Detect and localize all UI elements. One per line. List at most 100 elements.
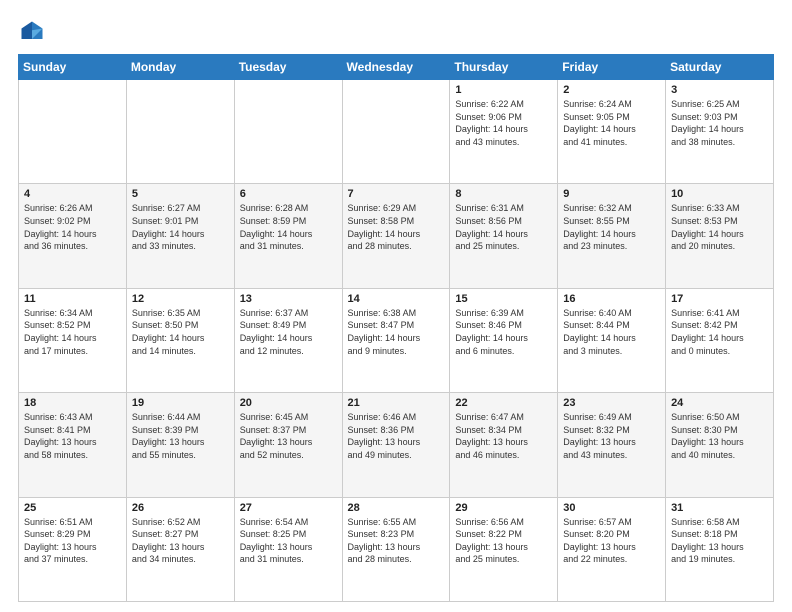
day-info: Sunrise: 6:26 AM Sunset: 9:02 PM Dayligh…: [24, 202, 121, 252]
day-info: Sunrise: 6:52 AM Sunset: 8:27 PM Dayligh…: [132, 516, 229, 566]
day-info: Sunrise: 6:37 AM Sunset: 8:49 PM Dayligh…: [240, 307, 337, 357]
calendar-cell: 21Sunrise: 6:46 AM Sunset: 8:36 PM Dayli…: [342, 393, 450, 497]
calendar-cell: 25 Sunrise: 6:51 AM Sunset: 8:29 PM Dayli…: [19, 497, 127, 601]
day-number: 15: [455, 293, 552, 305]
calendar-cell: 23 Sunrise: 6:49 AM Sunset: 8:32 PM Dayli…: [558, 393, 666, 497]
calendar-day-header: Saturday: [666, 55, 774, 80]
day-info: Sunrise: 6:46 AM Sunset: 8:36 PM Dayligh…: [348, 411, 445, 461]
day-info: Sunrise: 6:28 AM Sunset: 8:59 PM Dayligh…: [240, 202, 337, 252]
calendar-header-row: SundayMondayTuesdayWednesdayThursdayFrid…: [19, 55, 774, 80]
calendar-week-row: 18Sunrise: 6:43 AM Sunset: 8:41 PM Dayli…: [19, 393, 774, 497]
day-number: 8: [455, 188, 552, 200]
day-number: 6: [240, 188, 337, 200]
day-info: Sunrise: 6:38 AM Sunset: 8:47 PM Dayligh…: [348, 307, 445, 357]
calendar-cell: 28 Sunrise: 6:55 AM Sunset: 8:23 PM Dayli…: [342, 497, 450, 601]
day-number: 19: [132, 397, 229, 409]
day-number: 4: [24, 188, 121, 200]
calendar-cell: 22Sunrise: 6:47 AM Sunset: 8:34 PM Dayli…: [450, 393, 558, 497]
calendar-cell: 9 Sunrise: 6:32 AM Sunset: 8:55 PM Daylig…: [558, 184, 666, 288]
calendar-day-header: Tuesday: [234, 55, 342, 80]
calendar-cell: 19 Sunrise: 6:44 AM Sunset: 8:39 PM Dayli…: [126, 393, 234, 497]
day-number: 1: [455, 84, 552, 96]
day-number: 13: [240, 293, 337, 305]
calendar-cell: [342, 80, 450, 184]
calendar-week-row: 1 Sunrise: 6:22 AM Sunset: 9:06 PM Daylig…: [19, 80, 774, 184]
calendar-day-header: Wednesday: [342, 55, 450, 80]
day-number: 23: [563, 397, 660, 409]
day-number: 25: [24, 502, 121, 514]
day-info: Sunrise: 6:45 AM Sunset: 8:37 PM Dayligh…: [240, 411, 337, 461]
day-number: 30: [563, 502, 660, 514]
header: [18, 18, 774, 46]
calendar-cell: 30 Sunrise: 6:57 AM Sunset: 8:20 PM Dayli…: [558, 497, 666, 601]
calendar-cell: 15 Sunrise: 6:39 AM Sunset: 8:46 PM Dayli…: [450, 288, 558, 392]
day-number: 20: [240, 397, 337, 409]
day-number: 5: [132, 188, 229, 200]
calendar-cell: 26 Sunrise: 6:52 AM Sunset: 8:27 PM Dayli…: [126, 497, 234, 601]
day-info: Sunrise: 6:44 AM Sunset: 8:39 PM Dayligh…: [132, 411, 229, 461]
day-number: 17: [671, 293, 768, 305]
calendar-cell: 17Sunrise: 6:41 AM Sunset: 8:42 PM Dayli…: [666, 288, 774, 392]
day-number: 9: [563, 188, 660, 200]
calendar-cell: 11 Sunrise: 6:34 AM Sunset: 8:52 PM Dayli…: [19, 288, 127, 392]
calendar-cell: 31 Sunrise: 6:58 AM Sunset: 8:18 PM Dayli…: [666, 497, 774, 601]
calendar-cell: 18Sunrise: 6:43 AM Sunset: 8:41 PM Dayli…: [19, 393, 127, 497]
day-number: 24: [671, 397, 768, 409]
calendar-cell: [234, 80, 342, 184]
day-info: Sunrise: 6:25 AM Sunset: 9:03 PM Dayligh…: [671, 98, 768, 148]
calendar-cell: 13 Sunrise: 6:37 AM Sunset: 8:49 PM Dayli…: [234, 288, 342, 392]
day-info: Sunrise: 6:34 AM Sunset: 8:52 PM Dayligh…: [24, 307, 121, 357]
calendar-cell: 7 Sunrise: 6:29 AM Sunset: 8:58 PM Daylig…: [342, 184, 450, 288]
calendar-cell: [19, 80, 127, 184]
calendar-cell: 5 Sunrise: 6:27 AM Sunset: 9:01 PM Daylig…: [126, 184, 234, 288]
day-number: 27: [240, 502, 337, 514]
day-info: Sunrise: 6:31 AM Sunset: 8:56 PM Dayligh…: [455, 202, 552, 252]
calendar-cell: 20 Sunrise: 6:45 AM Sunset: 8:37 PM Dayli…: [234, 393, 342, 497]
day-number: 28: [348, 502, 445, 514]
calendar-day-header: Friday: [558, 55, 666, 80]
day-info: Sunrise: 6:55 AM Sunset: 8:23 PM Dayligh…: [348, 516, 445, 566]
calendar-cell: 14 Sunrise: 6:38 AM Sunset: 8:47 PM Dayli…: [342, 288, 450, 392]
calendar-cell: 2 Sunrise: 6:24 AM Sunset: 9:05 PM Daylig…: [558, 80, 666, 184]
day-info: Sunrise: 6:27 AM Sunset: 9:01 PM Dayligh…: [132, 202, 229, 252]
day-number: 11: [24, 293, 121, 305]
day-info: Sunrise: 6:49 AM Sunset: 8:32 PM Dayligh…: [563, 411, 660, 461]
logo: [18, 18, 50, 46]
calendar-cell: 1 Sunrise: 6:22 AM Sunset: 9:06 PM Daylig…: [450, 80, 558, 184]
day-info: Sunrise: 6:40 AM Sunset: 8:44 PM Dayligh…: [563, 307, 660, 357]
day-info: Sunrise: 6:24 AM Sunset: 9:05 PM Dayligh…: [563, 98, 660, 148]
day-number: 10: [671, 188, 768, 200]
calendar-cell: 3 Sunrise: 6:25 AM Sunset: 9:03 PM Daylig…: [666, 80, 774, 184]
calendar-day-header: Thursday: [450, 55, 558, 80]
calendar-table: SundayMondayTuesdayWednesdayThursdayFrid…: [18, 54, 774, 602]
day-info: Sunrise: 6:57 AM Sunset: 8:20 PM Dayligh…: [563, 516, 660, 566]
day-info: Sunrise: 6:29 AM Sunset: 8:58 PM Dayligh…: [348, 202, 445, 252]
calendar-cell: 29Sunrise: 6:56 AM Sunset: 8:22 PM Dayli…: [450, 497, 558, 601]
calendar-day-header: Sunday: [19, 55, 127, 80]
day-info: Sunrise: 6:54 AM Sunset: 8:25 PM Dayligh…: [240, 516, 337, 566]
day-info: Sunrise: 6:50 AM Sunset: 8:30 PM Dayligh…: [671, 411, 768, 461]
calendar-cell: 24 Sunrise: 6:50 AM Sunset: 8:30 PM Dayli…: [666, 393, 774, 497]
day-number: 2: [563, 84, 660, 96]
day-info: Sunrise: 6:39 AM Sunset: 8:46 PM Dayligh…: [455, 307, 552, 357]
calendar-cell: 4 Sunrise: 6:26 AM Sunset: 9:02 PM Daylig…: [19, 184, 127, 288]
calendar-cell: [126, 80, 234, 184]
day-info: Sunrise: 6:43 AM Sunset: 8:41 PM Dayligh…: [24, 411, 121, 461]
calendar-cell: 10Sunrise: 6:33 AM Sunset: 8:53 PM Dayli…: [666, 184, 774, 288]
calendar-cell: 16Sunrise: 6:40 AM Sunset: 8:44 PM Dayli…: [558, 288, 666, 392]
calendar-week-row: 11 Sunrise: 6:34 AM Sunset: 8:52 PM Dayli…: [19, 288, 774, 392]
day-number: 7: [348, 188, 445, 200]
logo-icon: [18, 18, 46, 46]
day-number: 31: [671, 502, 768, 514]
day-info: Sunrise: 6:51 AM Sunset: 8:29 PM Dayligh…: [24, 516, 121, 566]
calendar-week-row: 25 Sunrise: 6:51 AM Sunset: 8:29 PM Dayli…: [19, 497, 774, 601]
day-number: 26: [132, 502, 229, 514]
day-number: 29: [455, 502, 552, 514]
day-info: Sunrise: 6:35 AM Sunset: 8:50 PM Dayligh…: [132, 307, 229, 357]
day-number: 14: [348, 293, 445, 305]
day-number: 3: [671, 84, 768, 96]
day-info: Sunrise: 6:22 AM Sunset: 9:06 PM Dayligh…: [455, 98, 552, 148]
day-info: Sunrise: 6:58 AM Sunset: 8:18 PM Dayligh…: [671, 516, 768, 566]
day-info: Sunrise: 6:32 AM Sunset: 8:55 PM Dayligh…: [563, 202, 660, 252]
calendar-cell: 27 Sunrise: 6:54 AM Sunset: 8:25 PM Dayli…: [234, 497, 342, 601]
